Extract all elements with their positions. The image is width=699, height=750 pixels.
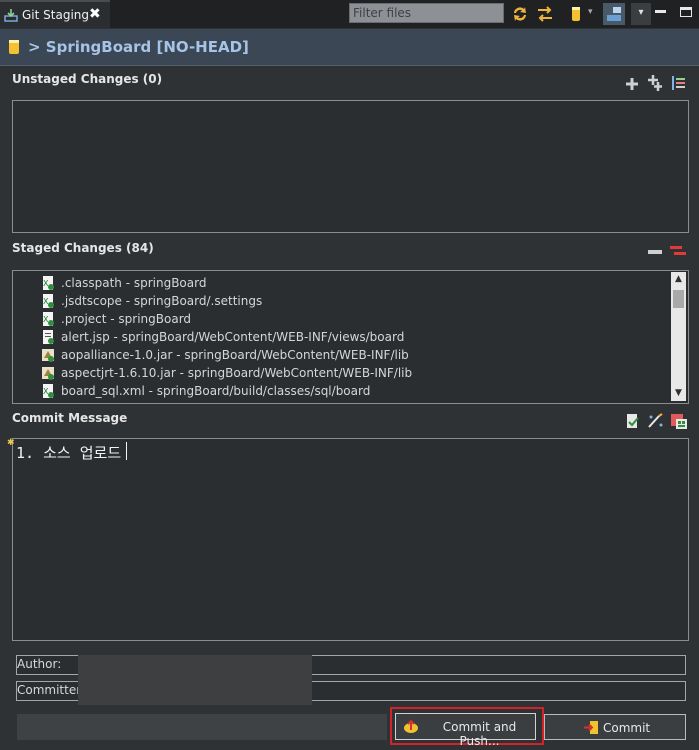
commit-message-title: Commit Message	[12, 411, 128, 425]
unstaged-changes-list[interactable]	[12, 100, 689, 233]
status-area	[17, 714, 387, 740]
git-staging-tab[interactable]: Git Staging ✖	[0, 0, 110, 28]
maximize-icon[interactable]	[680, 7, 692, 17]
scrollbar-thumb[interactable]	[673, 290, 684, 308]
filter-files-input[interactable]	[349, 3, 504, 23]
jar-file-icon	[42, 367, 54, 380]
commit-button[interactable]: Commit	[544, 714, 686, 740]
presentation-list-icon[interactable]	[671, 75, 687, 91]
add-all-to-index-icon[interactable]	[646, 74, 664, 92]
remove-all-from-index-icon[interactable]	[668, 243, 688, 259]
minimize-icon[interactable]	[655, 10, 666, 13]
remove-from-index-icon[interactable]	[648, 250, 662, 254]
push-upload-icon	[404, 719, 418, 733]
layout-presentation-icon	[607, 7, 621, 21]
repository-icon[interactable]	[566, 4, 586, 24]
git-staging-icon	[4, 9, 18, 22]
signed-off-by-icon[interactable]	[625, 413, 641, 429]
scroll-down-arrow-icon[interactable]: ▼	[671, 386, 686, 400]
refresh-icon[interactable]	[510, 4, 530, 24]
committer-label-text: Committer:	[17, 683, 85, 697]
redacted-identity-block	[78, 655, 312, 705]
content-assist-marker-icon: ✱	[7, 438, 15, 448]
commit-icon	[584, 721, 598, 734]
text-caret	[126, 442, 127, 460]
close-tab-icon[interactable]: ✖	[89, 6, 101, 22]
amend-commit-icon[interactable]	[647, 413, 665, 429]
jsp-file-icon	[43, 330, 54, 344]
author-label-text: Author:	[17, 657, 62, 671]
repository-icon	[9, 40, 19, 54]
staged-changes-title: Staged Changes (84)	[12, 241, 154, 255]
xml-file-icon: X	[43, 276, 54, 290]
unstaged-changes-title: Unstaged Changes (0)	[12, 72, 163, 86]
xml-file-icon: X	[43, 312, 54, 326]
xml-file-icon: X	[43, 384, 54, 398]
commit-and-push-button[interactable]: Commit and Push...	[395, 713, 536, 748]
scroll-up-arrow-icon[interactable]: ▲	[671, 272, 686, 286]
compare-mode-icon[interactable]	[535, 4, 555, 24]
commit-message-textarea[interactable]	[12, 438, 689, 641]
view-menu-chevron-down-icon[interactable]: ▾	[631, 3, 651, 25]
repository-dropdown-icon[interactable]: ▾	[588, 7, 593, 17]
add-to-index-icon[interactable]	[624, 76, 640, 92]
staged-changes-list[interactable]: X .classpath - springBoard X .jsdtscope …	[12, 270, 689, 404]
commit-message-text: 1. 소스 업로드	[16, 444, 122, 462]
tab-label: Git Staging	[22, 8, 90, 22]
xml-file-icon: X	[43, 294, 54, 308]
repository-title: > SpringBoard [NO-HEAD]	[28, 38, 249, 56]
jar-file-icon	[42, 349, 54, 362]
add-change-id-icon[interactable]	[670, 413, 688, 430]
